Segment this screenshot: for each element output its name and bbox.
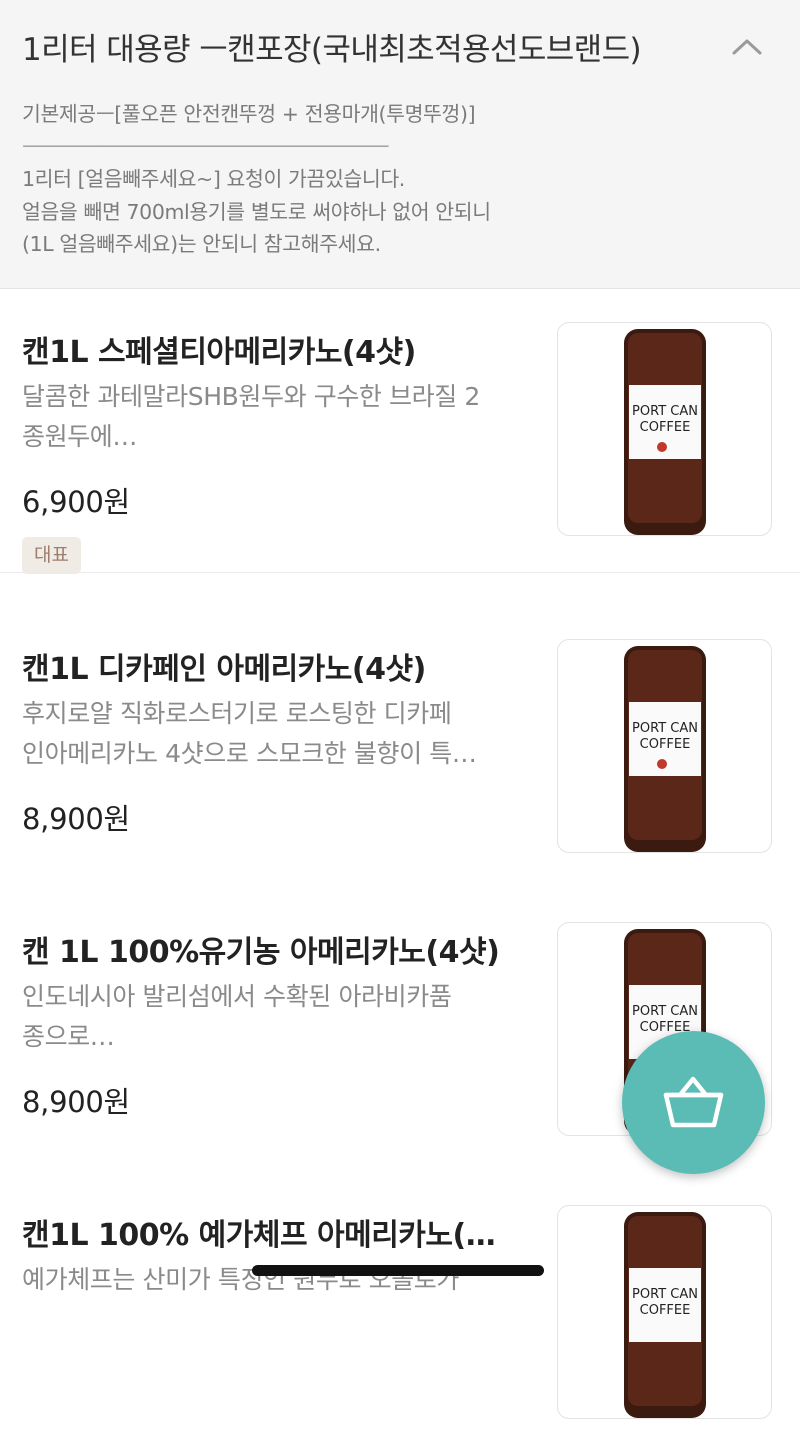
menu-item-description: 인도네시아 발리섬에서 수확된 아라비카품 종으로… (22, 977, 537, 1057)
menu-item-price: 8,900원 (22, 1085, 130, 1119)
category-description-line: 1리터 [얼음빼주세요~] 요청이 가끔있습니다. (22, 167, 405, 191)
menu-item-price: 6,900원 (22, 485, 130, 519)
product-thumbnail[interactable]: PORT CAN COFFEE (557, 639, 772, 853)
menu-item[interactable]: 캔1L 100% 예가체프 아메리카노(… 예가체프는 산미가 특징인 원두로 … (0, 1172, 800, 1456)
svg-text:COFFEE: COFFEE (640, 420, 691, 435)
svg-text:COFFEE: COFFEE (640, 737, 691, 752)
category-title: 1리터 대용량 ㅡ캔포장(국내최초적용선도브랜드) (22, 32, 642, 68)
cart-button[interactable] (622, 1031, 765, 1174)
menu-item-description-line: 인도네시아 발리섬에서 수확된 아라비카품 (22, 982, 452, 1011)
menu-item-description-line: 종원두에… (22, 422, 138, 451)
svg-text:PORT CAN: PORT CAN (632, 404, 698, 419)
svg-text:COFFEE: COFFEE (640, 1303, 691, 1318)
coffee-can-image: PORT CAN COFFEE (624, 1212, 706, 1418)
basket-icon (663, 1076, 724, 1128)
menu-item-description: 후지로얄 직화로스터기로 로스팅한 디카페 인아메리카노 4샷으로 스모크한 불… (22, 694, 537, 774)
product-thumbnail[interactable]: PORT CAN COFFEE (557, 322, 772, 536)
category-description: 기본제공ㅡ[풀오픈 안전캔뚜껑 + 전용마개(투명뚜껑)] ㅡㅡㅡㅡㅡㅡㅡㅡㅡㅡ… (22, 98, 762, 261)
menu-item-description-line: 종으로… (22, 1022, 115, 1051)
menu-item[interactable]: 캔1L 스페셜티아메리카노(4샷) 달콤한 과테말라SHB원두와 구수한 브라질… (0, 289, 800, 574)
category-description-line: ㅡㅡㅡㅡㅡㅡㅡㅡㅡㅡㅡㅡㅡㅡㅡㅡㅡㅡㅡㅡㅡㅡㅡ (22, 134, 390, 159)
category-description-line: 얼음을 빼면 700ml용기를 별도로 써야하나 없어 안되니 (22, 199, 491, 224)
svg-text:PORT CAN: PORT CAN (632, 721, 698, 736)
representative-badge: 대표 (22, 537, 81, 574)
coffee-can-image: PORT CAN COFFEE (624, 646, 706, 852)
category-header[interactable]: 1리터 대용량 ㅡ캔포장(국내최초적용선도브랜드) 기본제공ㅡ[풀오픈 안전캔뚜… (0, 0, 800, 289)
category-description-line: 기본제공ㅡ[풀오픈 안전캔뚜껑 + 전용마개(투명뚜껑)] (22, 102, 476, 126)
menu-item-description-line: 달콤한 과테말라SHB원두와 구수한 브라질 2 (22, 382, 480, 411)
menu-item-description-line: 후지로얄 직화로스터기로 로스팅한 디카페 (22, 699, 452, 728)
menu-item-name: 캔1L 디카페인 아메리카노(4샷) (22, 652, 426, 687)
coffee-can-image: PORT CAN COFFEE (624, 329, 706, 535)
menu-item-price: 8,900원 (22, 802, 130, 836)
category-description-line: (1L 얼음빼주세요)는 안되니 참고해주세요. (22, 232, 381, 256)
menu-item-name: 캔1L 스페셜티아메리카노(4샷) (22, 335, 416, 370)
menu-item-name: 캔1L 100% 예가체프 아메리카노(… (22, 1218, 496, 1253)
home-indicator[interactable] (252, 1265, 544, 1276)
menu-item-description-line: 인아메리카노 4샷으로 스모크한 불향이 특… (22, 739, 477, 768)
menu-item-name: 캔 1L 100%유기농 아메리카노(4샷) (22, 935, 500, 970)
chevron-up-icon[interactable] (731, 36, 763, 56)
product-thumbnail[interactable]: PORT CAN COFFEE (557, 1205, 772, 1419)
menu-item[interactable]: 캔1L 디카페인 아메리카노(4샷) 후지로얄 직화로스터기로 로스팅한 디카페… (0, 606, 800, 890)
svg-text:PORT CAN: PORT CAN (632, 1004, 698, 1019)
svg-text:PORT CAN: PORT CAN (632, 1287, 698, 1302)
menu-item-description: 달콤한 과테말라SHB원두와 구수한 브라질 2 종원두에… (22, 377, 537, 457)
